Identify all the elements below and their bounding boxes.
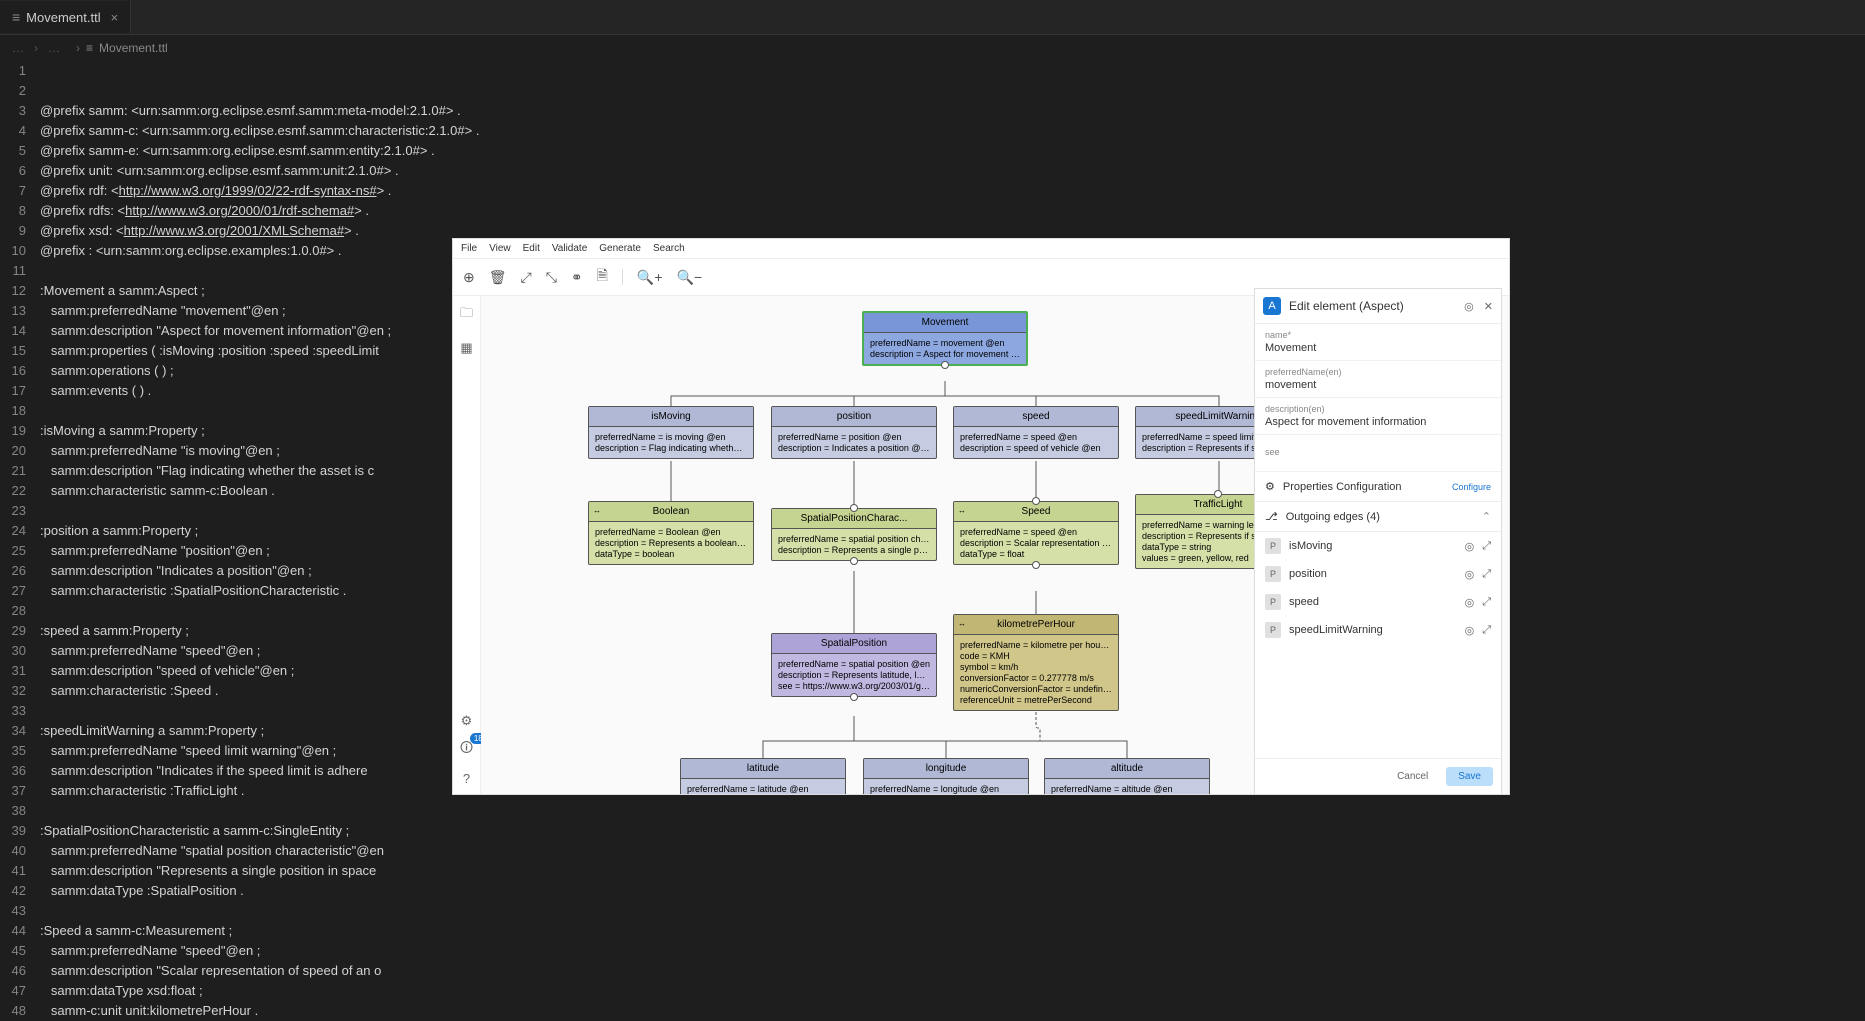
target-icon[interactable]: ◎ — [1465, 568, 1475, 581]
node-spatialpositionchar[interactable]: SpatialPositionCharac... preferredName =… — [771, 508, 937, 561]
cancel-button[interactable]: Cancel — [1385, 767, 1440, 786]
edge-row-speed[interactable]: Pspeed ◎ ⤢ — [1255, 588, 1501, 616]
configure-link[interactable]: Configure — [1452, 482, 1491, 492]
close-icon[interactable]: ✕ — [1484, 300, 1493, 313]
collapse-toggle-icon[interactable]: ↔ — [958, 619, 966, 628]
expand-icon[interactable]: ⤡ — [546, 269, 557, 286]
connector-icon[interactable] — [941, 361, 949, 369]
add-icon[interactable]: ⊕ — [463, 269, 475, 286]
node-position[interactable]: position preferredName = position @endes… — [771, 406, 937, 459]
panel-footer: Cancel Save — [1255, 758, 1501, 794]
panel-title: Edit element (Aspect) — [1289, 299, 1456, 313]
save-button[interactable]: Save — [1446, 767, 1493, 786]
node-ismoving[interactable]: isMoving preferredName = is moving @ende… — [588, 406, 754, 459]
node-boolean[interactable]: ↔ Boolean preferredName = Boolean @endes… — [588, 501, 754, 565]
target-icon[interactable]: ◎ — [1464, 300, 1474, 313]
property-badge: P — [1265, 622, 1281, 638]
target-icon[interactable]: ◎ — [1465, 624, 1475, 637]
node-altitude[interactable]: altitude preferredName = altitude @endes… — [1044, 758, 1210, 794]
code-content[interactable]: @prefix samm: <urn:samm:org.eclipse.esmf… — [40, 61, 479, 1021]
breadcrumb-path[interactable]: … › … — [12, 41, 70, 55]
property-badge: P — [1265, 566, 1281, 582]
menubar: File View Edit Validate Generate Search — [453, 239, 1509, 259]
node-speed[interactable]: speed preferredName = speed @endescripti… — [953, 406, 1119, 459]
menu-file[interactable]: File — [461, 243, 477, 254]
branches-icon: ⎇ — [1265, 510, 1278, 523]
grid-icon[interactable]: ▦ — [460, 340, 472, 356]
gear-icon[interactable]: ⚙ — [461, 713, 473, 729]
tab-bar: ≡ Movement.ttl × — [0, 0, 1865, 35]
menu-search[interactable]: Search — [653, 243, 685, 254]
properties-panel: A Edit element (Aspect) ◎ ✕ name* Moveme… — [1254, 288, 1502, 795]
chevron-right-icon: › — [76, 41, 80, 55]
connector-icon[interactable] — [1032, 561, 1040, 569]
line-gutter: 1234567891011121314151617181920212223242… — [0, 61, 40, 1021]
edge-label: speed — [1289, 596, 1319, 608]
breadcrumb-file[interactable]: Movement.ttl — [99, 41, 168, 55]
connector-icon[interactable] — [850, 557, 858, 565]
menu-validate[interactable]: Validate — [552, 243, 587, 254]
connector-icon[interactable] — [850, 504, 858, 512]
aspect-badge: A — [1263, 297, 1281, 315]
delete-icon[interactable]: 🗑 — [489, 269, 507, 286]
tab-label: Movement.ttl — [26, 10, 100, 25]
menu-edit[interactable]: Edit — [523, 243, 540, 254]
node-spatialposition[interactable]: SpatialPosition preferredName = spatial … — [771, 633, 937, 697]
expand-icon[interactable]: ⤢ — [1482, 568, 1491, 581]
chevron-up-icon[interactable]: ⌃ — [1482, 510, 1491, 523]
menu-generate[interactable]: Generate — [599, 243, 641, 254]
collapse-toggle-icon[interactable]: ↔ — [593, 506, 601, 515]
close-icon[interactable]: × — [111, 10, 119, 25]
layout-icon[interactable]: ⚭ — [571, 269, 583, 286]
separator — [622, 269, 623, 285]
target-icon[interactable]: ◎ — [1465, 596, 1475, 609]
edge-row-ismoving[interactable]: PisMoving ◎ ⤢ — [1255, 532, 1501, 560]
outgoing-edges-section[interactable]: ⎇ Outgoing edges (4) ⌃ — [1255, 502, 1501, 532]
tab-movement[interactable]: ≡ Movement.ttl × — [0, 1, 131, 33]
help-icon[interactable]: ? — [463, 771, 470, 786]
collapse-toggle-icon[interactable]: ↔ — [958, 506, 966, 515]
field-name[interactable]: name* Movement — [1255, 324, 1501, 361]
node-speed-char[interactable]: ↔ Speed preferredName = speed @endescrip… — [953, 501, 1119, 565]
file-icon: ≡ — [86, 41, 93, 55]
connector-icon[interactable] — [1214, 490, 1222, 498]
expand-icon[interactable]: ⤢ — [1482, 596, 1491, 609]
connector-icon[interactable] — [850, 693, 858, 701]
node-longitude[interactable]: longitude preferredName = longitude @end… — [863, 758, 1029, 794]
node-latitude[interactable]: latitude preferredName = latitude @endes… — [680, 758, 846, 794]
node-title: Movement — [864, 313, 1026, 333]
field-preferredname[interactable]: preferredName(en) movement — [1255, 361, 1501, 398]
collapse-icon[interactable]: ⤢ — [521, 269, 532, 286]
menu-view[interactable]: View — [489, 243, 511, 254]
expand-icon[interactable]: ⤢ — [1482, 540, 1491, 553]
connector-icon[interactable] — [1032, 497, 1040, 505]
file-icon: ≡ — [12, 9, 20, 25]
edge-label: position — [1289, 568, 1327, 580]
edge-label: isMoving — [1289, 540, 1332, 552]
zoom-in-icon[interactable]: 🔍+ — [637, 269, 663, 286]
expand-icon[interactable]: ⤢ — [1482, 624, 1491, 637]
property-badge: P — [1265, 538, 1281, 554]
edge-row-speedlimitwarning[interactable]: PspeedLimitWarning ◎ ⤢ — [1255, 616, 1501, 644]
export-icon[interactable]: 🗎 — [597, 265, 608, 289]
edge-row-position[interactable]: Pposition ◎ ⤢ — [1255, 560, 1501, 588]
property-badge: P — [1265, 594, 1281, 610]
file-tree-icon[interactable]: 🗀 — [460, 304, 473, 326]
sliders-icon: ⚙ — [1265, 480, 1275, 493]
edge-label: speedLimitWarning — [1289, 624, 1383, 636]
field-description[interactable]: description(en) Aspect for movement info… — [1255, 398, 1501, 435]
field-see[interactable]: see — [1255, 435, 1501, 472]
zoom-out-icon[interactable]: 🔍− — [677, 269, 703, 286]
node-kilometreperhour[interactable]: ↔ kilometrePerHour preferredName = kilom… — [953, 614, 1119, 711]
breadcrumb: … › … › ≡ Movement.ttl — [0, 35, 1865, 61]
panel-header: A Edit element (Aspect) ◎ ✕ — [1255, 289, 1501, 324]
target-icon[interactable]: ◎ — [1465, 540, 1475, 553]
properties-config-section[interactable]: ⚙ Properties Configuration Configure — [1255, 472, 1501, 502]
node-movement-aspect[interactable]: Movement preferredName = movement @en de… — [862, 311, 1028, 366]
left-sidebar: 🗀 ▦ ⚙ 🛈 18 ? — [453, 296, 481, 794]
